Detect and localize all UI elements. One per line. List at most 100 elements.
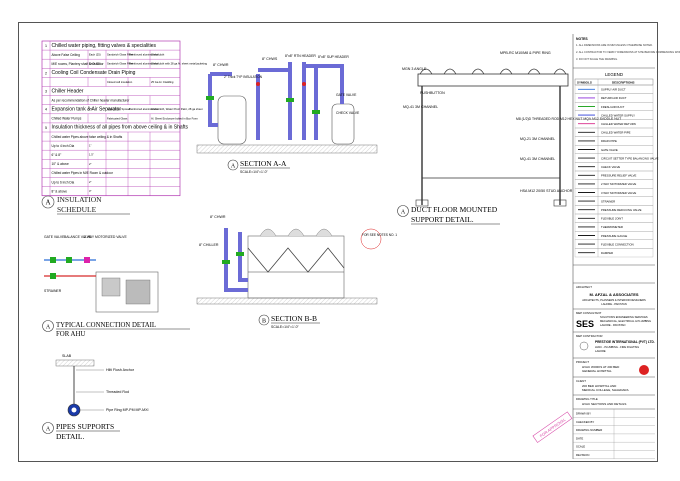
legend-desc: CIRCUIT SETTER TYPE BALANCING VALVE xyxy=(601,156,659,160)
label: GATE VALVE xyxy=(336,93,357,97)
pipe-supports-drawing: SLAB Hilti Flush Anchor Threaded Rod Pip… xyxy=(55,354,149,417)
drawing-heading: DRAWING TITLE xyxy=(576,397,598,401)
schedule-cell: 2" xyxy=(89,162,91,166)
legend-heading: LEGEND xyxy=(605,72,623,77)
schedule-cell: Closed cell insulation xyxy=(107,80,133,84)
schedule-desc: Chilled water Pipes in M/E Room & outdoo… xyxy=(52,171,114,175)
title-block: NOTES 1. ALL DIMENSIONS ARE IN MM UNLESS… xyxy=(572,34,680,459)
schedule-desc: Chilled water piping, fitting valves & s… xyxy=(52,43,157,49)
label: Hilti Flush Anchor xyxy=(106,368,135,372)
schedule-cell: Each (25) xyxy=(89,53,101,57)
schedule-no: 4 xyxy=(45,108,47,112)
legend-item: PRESSURE REDUCING VALVE xyxy=(574,205,654,215)
schedule-desc: Insulation thickness of all pipes from a… xyxy=(52,125,189,131)
legend-item: RETURN AIR DUCT xyxy=(574,93,654,103)
legend-item: DAMPER xyxy=(574,248,654,258)
consultant-line: SOLUTIONS ENGINEERING SERVICES xyxy=(600,315,648,319)
schedule-row: 10" & above 2" xyxy=(42,159,180,169)
client-line: MEDICAL COLLEGE, SHAHDARA xyxy=(582,388,629,392)
legend-desc: FLEXIBLE JOINT xyxy=(601,217,623,221)
label: MPB-RC M10/M8 & PIPE RING xyxy=(500,51,551,55)
legend-item: 2 WAY MOTORIZED VALVE xyxy=(574,179,654,189)
detail-title-line1: INSULATION xyxy=(57,195,102,204)
detail-letter: A xyxy=(45,199,50,207)
contractor-line: LAHORE xyxy=(595,349,606,353)
legend-desc: CHILLED WATER SUPPLY xyxy=(601,113,635,117)
detail-scale: SCALE=1/4"=1'-0" xyxy=(240,170,269,174)
detail-letter: A xyxy=(46,427,51,433)
legend-desc: SUPPLY AIR DUCT xyxy=(601,88,626,92)
legend-item: CHECK VALVE xyxy=(574,162,654,172)
drawing-canvas: 1 Chilled water piping, fitting valves & … xyxy=(41,34,680,459)
info-row: REVISION xyxy=(573,450,655,459)
detail-title-line2: FOR AHU xyxy=(56,331,85,338)
note-item: 2. ALL CONTRACTOR TO VERIFY DIMENSIONS A… xyxy=(576,50,680,54)
legend-desc: CHILLED WATER RETURN xyxy=(601,122,636,126)
project-heading: PROJECT xyxy=(576,360,589,364)
legend-item: FRESH AIR DUCT xyxy=(574,102,654,111)
schedule-cell: Fabricated Glass xyxy=(107,116,128,120)
info-label: DRAWING NUMBER xyxy=(576,428,602,432)
drawing-title: HVAC SECTIONS AND DETAILS xyxy=(582,402,626,406)
project-line: GENERAL HOSPITAL xyxy=(582,369,612,373)
schedule-desc: Up to 6 inch Dia xyxy=(52,180,75,184)
gauge-icon xyxy=(302,82,306,86)
label: Threaded Rod xyxy=(106,390,129,394)
schedule-cell: 25 Ga Al. Cladding xyxy=(151,80,174,84)
consultant-line: MECHANICAL, ELECTRICAL & PLUMBING xyxy=(600,319,651,323)
schedule-cell: 1.5" xyxy=(89,153,94,157)
label: MQ-41 3M CHANNEL xyxy=(403,105,438,109)
schedule-row: Chilled Water Pumps Fabricated Glass Al. S… xyxy=(42,113,199,124)
legend-item: FLEXIBLE CONNECTION xyxy=(574,239,654,249)
schedule-no: 2 xyxy=(45,71,47,75)
label: 8" CHWR xyxy=(213,63,229,67)
legend-desc: PRESSURE GAUGE xyxy=(601,234,627,238)
schedule-row: Chilled water Pipes in M/E Room & outdoo… xyxy=(42,168,180,178)
legend-desc: PRESSURE RELIEF VALVE xyxy=(601,174,636,178)
check-valve-icon xyxy=(312,110,320,114)
ahu-connection-drawing: GATE VALVE BALANCE VALVE 2 WAY MOTORIZED… xyxy=(44,235,159,313)
approval-stamp: FOR APPROVAL xyxy=(532,411,573,443)
detail-title: SECTION A-A xyxy=(240,159,287,168)
svg-text:FOR APPROVAL: FOR APPROVAL xyxy=(539,416,568,438)
detail-scale: SCALE=1/4"=1'-0" xyxy=(271,325,300,329)
schedule-row: 4 Expansion tank & Air Separator75 Glass F… xyxy=(42,104,203,115)
label: 8"x8" RTN HEADER xyxy=(285,54,316,58)
schedule-no: 3 xyxy=(45,90,47,94)
legend-desc: FRESH AIR DUCT xyxy=(601,105,625,109)
schedule-cell: 3" xyxy=(89,189,91,193)
gate-valve-icon xyxy=(286,98,294,102)
detail-letter: A xyxy=(231,164,236,170)
architect-line: LAHORE - PAKISTAN xyxy=(601,302,627,306)
gate-valve-icon xyxy=(206,96,214,100)
section-aa-drawing: 8" CHWR 2" Thick TYP INSULATION 8" CHWS … xyxy=(196,54,378,154)
detail-title-line2: DETAIL. xyxy=(56,432,84,441)
schedule-cell: 75 xyxy=(89,107,92,111)
detail-letter: A xyxy=(401,210,406,216)
notes-heading: NOTES xyxy=(576,37,588,41)
consultant-heading: MEP CONSULTANT xyxy=(576,311,602,315)
label: GATE VALVE xyxy=(44,235,65,239)
info-label: DRAWN BY xyxy=(576,412,591,416)
label: SLAB xyxy=(62,354,72,358)
label: FOR SEE NOTES NO. 1 xyxy=(362,233,397,237)
section-aa-title: A SECTION A-A SCALE=1/4"=1'-0" xyxy=(227,159,290,174)
note-item: 3. DO NOT SCALE THE DRAWING. xyxy=(576,57,618,61)
schedule-cell: Glass cloth with 28 ga Al. sheet metal j… xyxy=(151,62,208,66)
label: HSA M12 20/50 STUD ANCHOR xyxy=(520,189,573,193)
schedule-cell: 2" xyxy=(89,180,91,184)
detail-title-line2: SCHEDULE xyxy=(57,205,97,214)
legend-desc: GATE VALVE xyxy=(601,148,618,152)
schedule-desc: As per recommendation of Chiller header … xyxy=(52,98,131,102)
label: 8" CHWR xyxy=(210,215,226,219)
schedule-row: Up to 4 inch Dia 1" xyxy=(42,141,180,151)
schedule-row: Up to 6 inch Dia 2" xyxy=(42,177,180,187)
duct-support-title: A DUCT FLOOR MOUNTED SUPPORT DETAIL. xyxy=(397,205,500,225)
label: 2" Thick TYP INSULATION xyxy=(224,75,263,79)
legend-item: PRESSURE RELIEF VALVE xyxy=(574,170,654,180)
info-row: DRAWING NUMBER xyxy=(573,425,655,435)
legend-item: DRAIN PIPE xyxy=(574,136,654,146)
legend-desc: DAMPER xyxy=(601,251,613,255)
legend-item: CHILLED WATER PIPE xyxy=(574,127,654,137)
legend-item: FLEXIBLE JOINT xyxy=(574,213,654,223)
